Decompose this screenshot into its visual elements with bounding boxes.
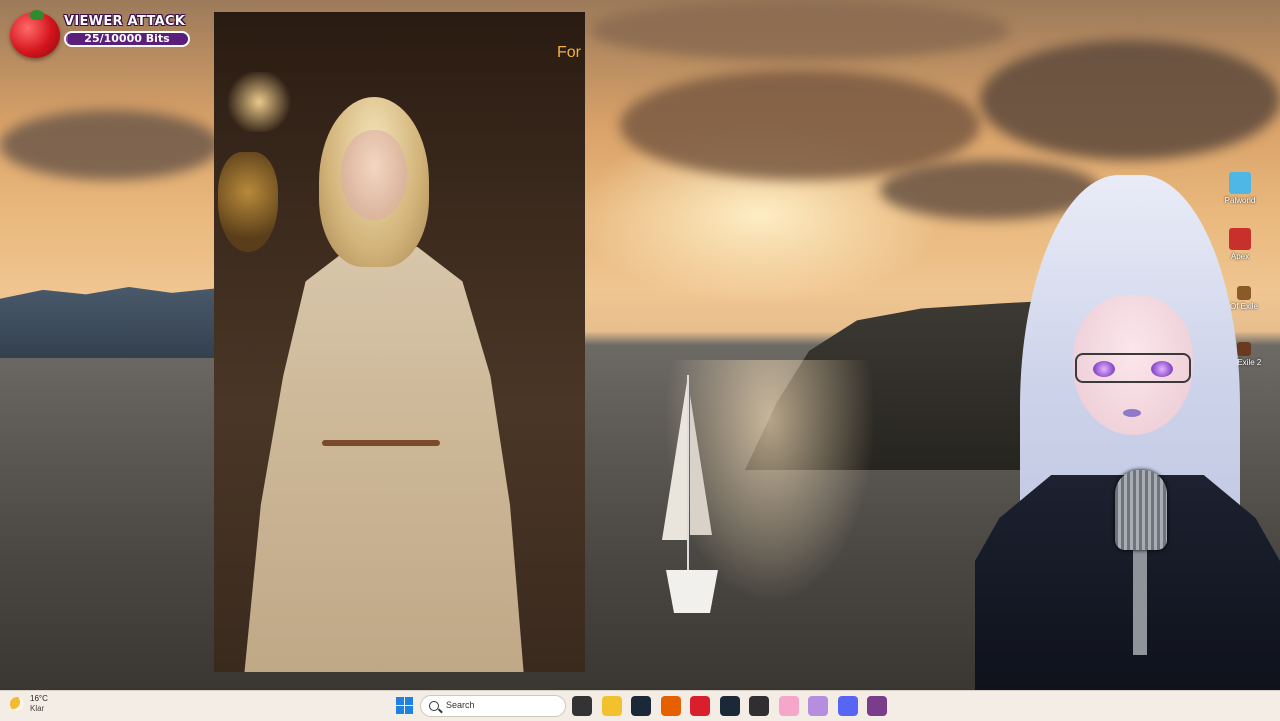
windows-logo-icon-part — [405, 697, 413, 705]
viewer-attack-title: VIEWER ATTACK — [64, 14, 186, 29]
taskbar-app-steam-icon[interactable] — [631, 696, 651, 716]
vtuber-eye-right — [1151, 361, 1173, 377]
windows-logo-icon — [396, 697, 404, 705]
taskbar-app-opera-icon[interactable] — [690, 696, 710, 716]
chandelier — [224, 72, 294, 132]
microphone-stand — [1133, 545, 1147, 655]
cloud — [0, 110, 220, 180]
taskbar-app-obs-icon[interactable] — [749, 696, 769, 716]
weather-widget[interactable]: 16°C Klar — [10, 694, 48, 714]
taskbar-app-game-app-icon[interactable] — [808, 696, 828, 716]
windows-logo-icon-part — [405, 706, 413, 714]
windows-logo-icon-part — [396, 706, 404, 714]
start-button[interactable] — [396, 697, 413, 714]
taskbar-app-firefox-icon[interactable] — [660, 696, 681, 716]
cloud — [620, 70, 980, 180]
tomato-icon — [10, 10, 60, 58]
woman-dress — [244, 247, 524, 672]
bits-progress-bar: 25/10000 Bits — [64, 31, 190, 47]
taskbar: 16°C Klar Search — [0, 690, 1280, 721]
taskbar-app-active-app-icon[interactable] — [867, 696, 887, 716]
taskbar-app-steam-2-icon[interactable] — [719, 696, 740, 716]
vtuber-lips — [1123, 409, 1141, 417]
bits-progress-text: 25/10000 Bits — [84, 32, 170, 45]
video-window[interactable]: For — [214, 12, 585, 672]
weather-description: Klar — [30, 704, 45, 713]
taskbar-app-task-view-icon[interactable] — [572, 696, 592, 716]
wall-crest — [218, 152, 278, 252]
taskbar-app-file-explorer-icon[interactable] — [601, 696, 622, 716]
viewer-attack-widget: VIEWER ATTACK 25/10000 Bits — [10, 10, 190, 60]
search-placeholder: Search — [446, 700, 475, 710]
moon-icon — [10, 697, 24, 711]
vtuber-avatar — [925, 175, 1280, 690]
woman-face — [341, 130, 407, 220]
vtuber-eye-left — [1093, 361, 1115, 377]
cloud — [590, 0, 1010, 60]
taskbar-app-vtube-studio-icon[interactable] — [778, 696, 799, 716]
mountains — [0, 286, 215, 358]
woman-belt — [322, 440, 440, 446]
cloud — [980, 40, 1280, 160]
weather-temperature: 16°C — [30, 694, 48, 703]
video-caption: For — [557, 44, 581, 61]
taskbar-search[interactable]: Search — [420, 695, 566, 717]
search-icon — [429, 701, 439, 711]
taskbar-app-discord-icon[interactable] — [837, 696, 858, 716]
microphone-icon — [1115, 470, 1167, 550]
sailboat — [662, 375, 718, 613]
